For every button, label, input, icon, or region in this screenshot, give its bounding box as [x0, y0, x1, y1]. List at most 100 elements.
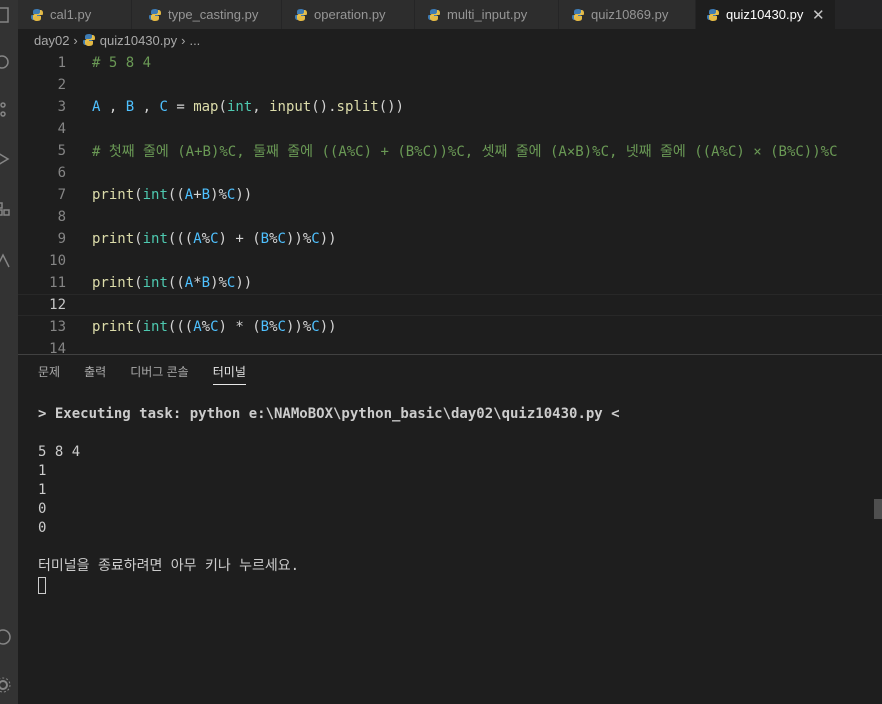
- code-function: map: [193, 99, 219, 115]
- tab-debug-console[interactable]: 디버그 콘솔: [130, 363, 189, 385]
- code-punct: ,: [252, 99, 270, 115]
- tab-type-casting[interactable]: type_casting.py: [132, 0, 282, 29]
- code-variable: C: [210, 319, 219, 335]
- code-punct: ))%: [285, 319, 312, 335]
- line-number: 8: [57, 209, 66, 225]
- tab-terminal[interactable]: 터미널: [212, 363, 246, 385]
- code-variable: C: [277, 319, 286, 335]
- terminal-scrollbar[interactable]: [874, 499, 882, 519]
- code-punct: (: [134, 231, 143, 247]
- code-punct: %: [201, 231, 211, 247]
- terminal-line: 1: [38, 482, 47, 498]
- code-line[interactable]: 4: [18, 118, 882, 140]
- python-file-icon: [707, 8, 719, 21]
- bottom-panel: 문제 출력 디버그 콘솔 터미널 > Executing task: pytho…: [18, 354, 882, 704]
- python-file-icon: [149, 8, 161, 21]
- python-file-icon: [428, 8, 440, 21]
- code-line[interactable]: 9 print(int(((A%C) + (B%C))%C)): [18, 228, 882, 250]
- code-variable: B: [260, 231, 270, 247]
- tab-quiz10430[interactable]: quiz10430.py ✕: [696, 0, 836, 29]
- editor-tab-bar: cal1.py type_casting.py operation.py mul…: [18, 0, 882, 29]
- close-icon[interactable]: ✕: [811, 6, 825, 24]
- code-line[interactable]: 10: [18, 250, 882, 272]
- code-variable: B: [201, 275, 211, 291]
- tab-label: quiz10430.py: [726, 7, 804, 22]
- code-punct: ) + (: [218, 231, 261, 247]
- code-line-current[interactable]: 12: [18, 294, 882, 316]
- code-punct: (((: [167, 319, 194, 335]
- account-icon[interactable]: [0, 628, 12, 646]
- terminal-cursor-line: [38, 576, 620, 595]
- breadcrumb-file[interactable]: quiz10430.py: [100, 33, 177, 48]
- code-line[interactable]: 13 print(int(((A%C) * (B%C))%C)): [18, 316, 882, 338]
- code-punct: +: [193, 187, 202, 203]
- code-punct: ,: [100, 99, 126, 115]
- code-type: int: [142, 231, 168, 247]
- code-punct: ((: [167, 275, 185, 291]
- code-line[interactable]: 6: [18, 162, 882, 184]
- code-variable: C: [210, 231, 219, 247]
- code-line[interactable]: 2: [18, 74, 882, 96]
- line-number: 9: [57, 231, 66, 247]
- code-punct: %: [269, 231, 278, 247]
- code-type: int: [142, 275, 168, 291]
- tab-operation[interactable]: operation.py: [282, 0, 415, 29]
- tab-output[interactable]: 출력: [84, 363, 106, 385]
- code-punct: ().: [311, 99, 337, 115]
- code-punct: ))%: [285, 231, 312, 247]
- code-punct: )): [319, 319, 337, 335]
- code-type: int: [226, 99, 253, 115]
- explorer-icon[interactable]: [0, 6, 12, 24]
- tab-multi-input[interactable]: multi_input.py: [415, 0, 559, 29]
- code-punct: )): [319, 231, 337, 247]
- code-punct: (: [134, 319, 143, 335]
- tab-label: multi_input.py: [447, 7, 528, 22]
- source-control-icon[interactable]: [0, 100, 12, 118]
- line-number: 5: [57, 143, 66, 159]
- code-line[interactable]: 7 print(int((A+B)%C)): [18, 184, 882, 206]
- code-line[interactable]: 1 # 5 8 4: [18, 52, 882, 74]
- code-function: input: [269, 99, 312, 115]
- run-debug-icon[interactable]: [0, 150, 12, 168]
- tab-problems[interactable]: 문제: [38, 363, 60, 385]
- code-line[interactable]: 11 print(int((A*B)%C)): [18, 272, 882, 294]
- terminal-output[interactable]: > Executing task: python e:\NAMoBOX\pyth…: [38, 405, 620, 595]
- code-operator: =: [167, 99, 194, 115]
- chevron-right-icon: ›: [73, 32, 78, 48]
- activity-bar: [0, 0, 18, 704]
- breadcrumb-folder[interactable]: day02: [34, 33, 69, 48]
- tab-label: quiz10869.py: [591, 7, 669, 22]
- terminal-task-line: > Executing task: python e:\NAMoBOX\pyth…: [38, 406, 620, 422]
- tab-cal1[interactable]: cal1.py: [18, 0, 132, 29]
- line-number: 1: [57, 55, 66, 71]
- code-line[interactable]: 3 A , B , C = map(int, input().split()): [18, 96, 882, 118]
- extensions-icon[interactable]: [0, 200, 12, 218]
- python-file-icon: [31, 8, 43, 21]
- code-text: print(int((A*B)%C)): [92, 275, 252, 291]
- code-punct: ,: [134, 99, 160, 115]
- code-text: A , B , C = map(int, input().split()): [92, 99, 404, 115]
- code-line[interactable]: 8: [18, 206, 882, 228]
- code-editor[interactable]: 1 # 5 8 4 2 3 A , B , C = map(int, input…: [18, 52, 882, 354]
- code-variable: B: [125, 99, 135, 115]
- breadcrumb-symbols[interactable]: ...: [189, 33, 200, 48]
- code-variable: A: [184, 275, 194, 291]
- code-comment: # 5 8 4: [92, 55, 152, 71]
- code-variable: B: [260, 319, 270, 335]
- code-punct: (: [218, 99, 227, 115]
- line-number: 2: [57, 77, 66, 93]
- line-number: 7: [57, 187, 66, 203]
- code-comment: # 첫째 줄에 (A+B)%C, 둘째 줄에 ((A%C) + (B%C))%C…: [92, 144, 838, 160]
- code-punct: ) * (: [218, 319, 261, 335]
- code-punct: %: [201, 319, 211, 335]
- code-function: print: [92, 187, 135, 203]
- remote-icon[interactable]: [0, 252, 12, 270]
- settings-gear-icon[interactable]: [0, 676, 12, 694]
- search-icon[interactable]: [0, 54, 12, 72]
- code-line[interactable]: 14: [18, 338, 882, 354]
- code-line[interactable]: 5 # 첫째 줄에 (A+B)%C, 둘째 줄에 ((A%C) + (B%C))…: [18, 140, 882, 162]
- terminal-line: 5 8 4: [38, 444, 81, 460]
- code-text: print(int((A+B)%C)): [92, 187, 252, 203]
- tab-quiz10869[interactable]: quiz10869.py: [559, 0, 696, 29]
